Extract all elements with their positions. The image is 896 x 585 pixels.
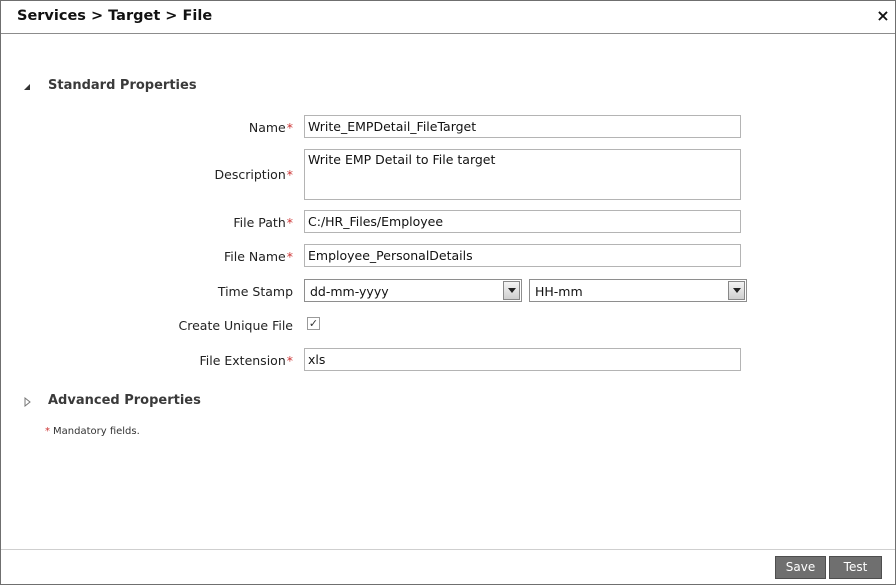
description-textarea[interactable]: Write EMP Detail to File target: [304, 149, 741, 200]
mandatory-note: * Mandatory fields.: [45, 426, 140, 437]
triangle-collapsed-icon: [24, 397, 31, 407]
test-button[interactable]: Test: [829, 556, 882, 579]
file-path-label: File Path*: [233, 215, 293, 230]
file-extension-label: File Extension*: [199, 353, 293, 368]
file-target-dialog: Services > Target > File × Standard Prop…: [0, 0, 896, 585]
advanced-properties-label: Advanced Properties: [48, 393, 201, 408]
date-format-value: dd-mm-yyyy: [310, 284, 389, 299]
date-format-select[interactable]: dd-mm-yyyy: [304, 279, 522, 302]
close-icon[interactable]: ×: [875, 6, 891, 26]
triangle-expanded-icon: [24, 84, 30, 90]
name-input[interactable]: [304, 115, 741, 138]
chevron-down-icon[interactable]: [728, 281, 745, 300]
required-marker: *: [45, 426, 50, 437]
name-label: Name*: [248, 120, 293, 135]
file-extension-input[interactable]: [304, 348, 741, 371]
save-button[interactable]: Save: [775, 556, 826, 579]
required-marker: *: [286, 249, 293, 264]
chevron-down-icon[interactable]: [503, 281, 520, 300]
create-unique-file-checkbox[interactable]: ✓: [307, 317, 320, 330]
required-marker: *: [286, 167, 293, 182]
standard-properties-header[interactable]: Standard Properties: [23, 78, 203, 96]
standard-properties-label: Standard Properties: [48, 78, 197, 93]
advanced-properties-header[interactable]: Advanced Properties: [23, 393, 203, 411]
time-format-select[interactable]: HH-mm: [529, 279, 747, 302]
required-marker: *: [286, 215, 293, 230]
file-path-input[interactable]: [304, 210, 741, 233]
time-format-value: HH-mm: [535, 284, 583, 299]
dialog-title: Services > Target > File: [17, 8, 213, 24]
required-marker: *: [286, 120, 293, 135]
dialog-title-bar: Services > Target > File ×: [1, 1, 895, 34]
create-unique-file-label: Create Unique File: [178, 318, 294, 333]
description-label: Description*: [214, 167, 293, 182]
required-marker: *: [286, 353, 293, 368]
file-name-input[interactable]: [304, 244, 741, 267]
dialog-footer: Save Test: [1, 549, 895, 584]
time-stamp-label: Time Stamp: [217, 284, 293, 299]
file-name-label: File Name*: [223, 249, 293, 264]
